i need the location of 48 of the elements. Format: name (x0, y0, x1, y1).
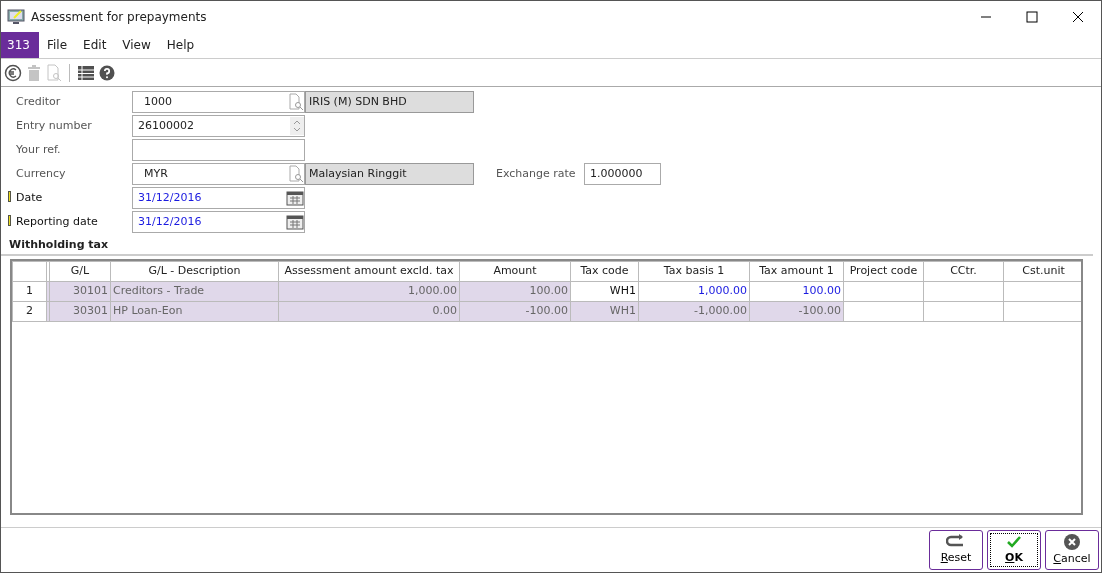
list-icon[interactable] (77, 64, 95, 81)
input-field[interactable]: 1000 (132, 91, 305, 113)
menu-item[interactable]: Edit (75, 32, 115, 58)
input-field[interactable]: 31/12/2016 (132, 187, 305, 209)
field-label: Reporting date (16, 214, 98, 228)
lookup-icon[interactable] (288, 165, 304, 183)
spinner-icon[interactable] (290, 117, 304, 135)
help-icon[interactable] (99, 64, 115, 81)
field-label: Date (16, 190, 43, 204)
input-field[interactable]: MYR (132, 163, 305, 185)
reset-button[interactable]: Reset (929, 530, 983, 570)
field-label: Creditor (16, 94, 61, 108)
calendar-icon[interactable] (286, 190, 304, 206)
column-header[interactable]: Amount (459, 261, 571, 281)
euro-icon[interactable] (4, 63, 22, 82)
column-header[interactable]: Tax amount 1 (749, 261, 844, 281)
window-title: Assessment for prepayments (31, 8, 207, 26)
company-badge: 313 (1, 32, 39, 58)
input-field[interactable]: 1.000000 (584, 163, 661, 185)
column-header[interactable]: Project code (843, 261, 924, 281)
column-header[interactable]: Tax basis 1 (638, 261, 750, 281)
menu-item[interactable]: View (114, 32, 159, 58)
description-field: IRIS (M) SDN BHD (305, 91, 474, 113)
column-header[interactable]: CCtr. (923, 261, 1004, 281)
input-field[interactable] (132, 139, 305, 161)
section-title: Withholding tax (9, 238, 109, 251)
description-field: Malaysian Ringgit (305, 163, 474, 185)
cancel-button[interactable]: Cancel (1045, 530, 1099, 570)
calendar-icon[interactable] (286, 214, 304, 230)
input-field[interactable]: 31/12/2016 (132, 211, 305, 233)
row-number[interactable]: 2 (12, 301, 47, 321)
field-label: Entry number (16, 118, 92, 132)
app-icon (7, 8, 25, 25)
menu-item[interactable]: Help (158, 32, 203, 58)
column-header[interactable]: G/L (49, 261, 111, 281)
column-header[interactable]: Tax code (570, 261, 639, 281)
column-header[interactable]: Cst.unit (1003, 261, 1081, 281)
field-label: Currency (16, 166, 66, 180)
column-header[interactable]: Assessment amount excld. tax (278, 261, 460, 281)
input-field[interactable]: 26100002 (132, 115, 305, 137)
field-label: Exchange rate (496, 165, 577, 182)
cancel-icon (1063, 532, 1081, 551)
ok-button[interactable]: OK (987, 530, 1041, 570)
column-header[interactable]: G/L - Description (110, 261, 279, 281)
row-number[interactable]: 1 (12, 281, 47, 301)
menu-item[interactable]: File (39, 32, 76, 58)
field-label: Your ref. (16, 142, 61, 156)
lookup-icon[interactable] (288, 93, 304, 111)
